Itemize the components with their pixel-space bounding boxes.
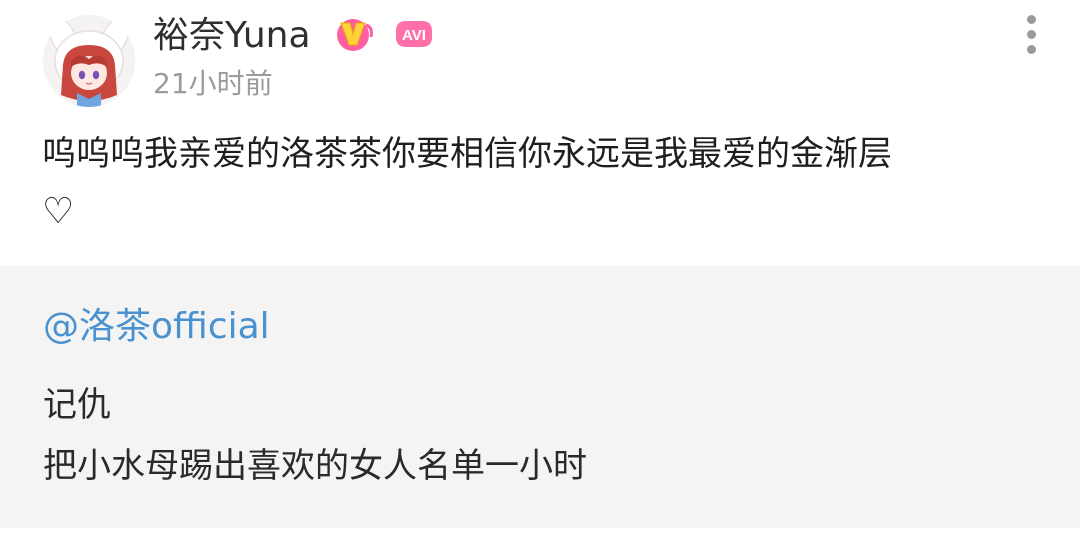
repost-text-line: 把小水母踢出喜欢的女人名单一小时 <box>43 446 587 486</box>
avi-badge-icon[interactable]: AVI <box>392 17 436 53</box>
vip-v-badge-icon[interactable] <box>333 17 377 53</box>
more-vertical-icon[interactable] <box>1014 12 1050 56</box>
avatar-illustration <box>43 15 135 107</box>
post-body: 呜呜呜我亲爱的洛茶茶你要相信你永远是我最爱的金渐层 ♡ <box>42 126 1042 241</box>
repost-block[interactable]: @洛茶official 记仇 把小水母踢出喜欢的女人名单一小时 <box>0 266 1080 528</box>
post-text-line: 呜呜呜我亲爱的洛茶茶你要相信你永远是我最爱的金渐层 <box>42 134 892 174</box>
avatar[interactable] <box>43 15 135 107</box>
user-name[interactable]: 裕奈Yuna <box>153 14 311 58</box>
menu-dot <box>1027 45 1036 54</box>
repost-text-line: 记仇 <box>43 385 111 425</box>
menu-dot <box>1027 15 1036 24</box>
avi-badge-label: AVI <box>402 27 426 44</box>
post-timestamp: 21小时前 <box>153 67 273 100</box>
heart-icon: ♡ <box>42 191 75 232</box>
post-card: 裕奈Yuna AVI 21小时前 呜呜呜我亲爱的洛茶茶你要相信你永远是我最爱的金… <box>0 0 1080 548</box>
menu-dot <box>1027 30 1036 39</box>
mention-link[interactable]: @洛茶official <box>43 305 270 349</box>
